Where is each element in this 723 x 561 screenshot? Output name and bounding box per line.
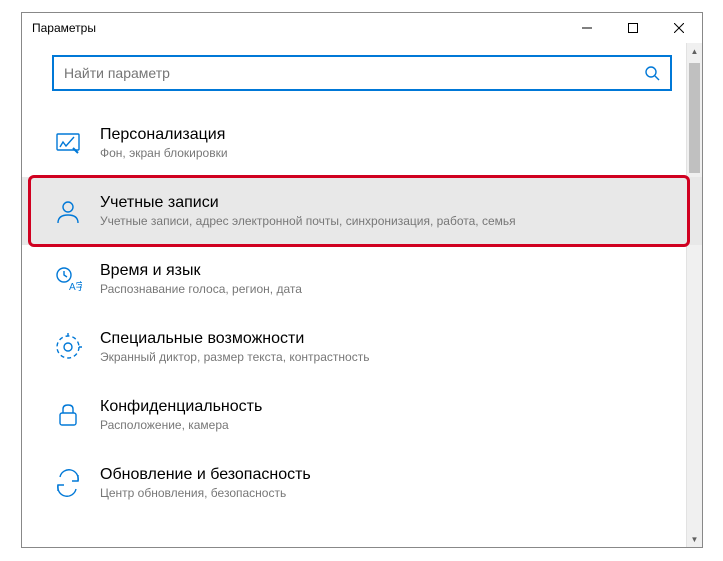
- item-accessibility[interactable]: Специальные возможности Экранный диктор,…: [22, 313, 702, 381]
- search-input[interactable]: [64, 65, 644, 81]
- item-desc: Центр обновления, безопасность: [100, 486, 311, 500]
- titlebar: Параметры: [22, 13, 702, 43]
- item-accounts[interactable]: Учетные записи Учетные записи, адрес эле…: [22, 177, 702, 245]
- maximize-button[interactable]: [610, 13, 656, 43]
- item-desc: Расположение, камера: [100, 418, 262, 432]
- maximize-icon: [628, 23, 638, 33]
- item-time-language[interactable]: A字 Время и язык Распознавание голоса, ре…: [22, 245, 702, 313]
- item-desc: Распознавание голоса, регион, дата: [100, 282, 302, 296]
- minimize-button[interactable]: [564, 13, 610, 43]
- item-privacy[interactable]: Конфиденциальность Расположение, камера: [22, 381, 702, 449]
- window-title: Параметры: [32, 21, 564, 35]
- content-area: Персонализация Фон, экран блокировки Уче…: [22, 43, 702, 517]
- privacy-icon: [52, 399, 84, 431]
- item-title: Специальные возможности: [100, 330, 369, 348]
- item-desc: Фон, экран блокировки: [100, 146, 228, 160]
- item-desc: Экранный диктор, размер текста, контраст…: [100, 350, 369, 364]
- search-icon: [644, 65, 660, 81]
- item-title: Учетные записи: [100, 194, 516, 212]
- update-security-icon: [52, 467, 84, 499]
- settings-window: Параметры ▲ ▼: [21, 12, 703, 548]
- item-title: Персонализация: [100, 126, 228, 144]
- item-desc: Учетные записи, адрес электронной почты,…: [100, 214, 516, 228]
- minimize-icon: [582, 23, 592, 33]
- item-title: Обновление и безопасность: [100, 466, 311, 484]
- scrollbar-down-icon: ▼: [687, 531, 702, 547]
- personalization-icon: [52, 127, 84, 159]
- settings-list: Персонализация Фон, экран блокировки Уче…: [22, 103, 702, 517]
- close-button[interactable]: [656, 13, 702, 43]
- item-update-security[interactable]: Обновление и безопасность Центр обновлен…: [22, 449, 702, 517]
- item-personalization[interactable]: Персонализация Фон, экран блокировки: [22, 109, 702, 177]
- item-title: Время и язык: [100, 262, 302, 280]
- svg-text:A字: A字: [69, 280, 82, 293]
- item-title: Конфиденциальность: [100, 398, 262, 416]
- close-icon: [674, 23, 684, 33]
- accessibility-icon: [52, 331, 84, 363]
- window-controls: [564, 13, 702, 43]
- search-box[interactable]: [52, 55, 672, 91]
- accounts-icon: [52, 195, 84, 227]
- time-language-icon: A字: [52, 263, 84, 295]
